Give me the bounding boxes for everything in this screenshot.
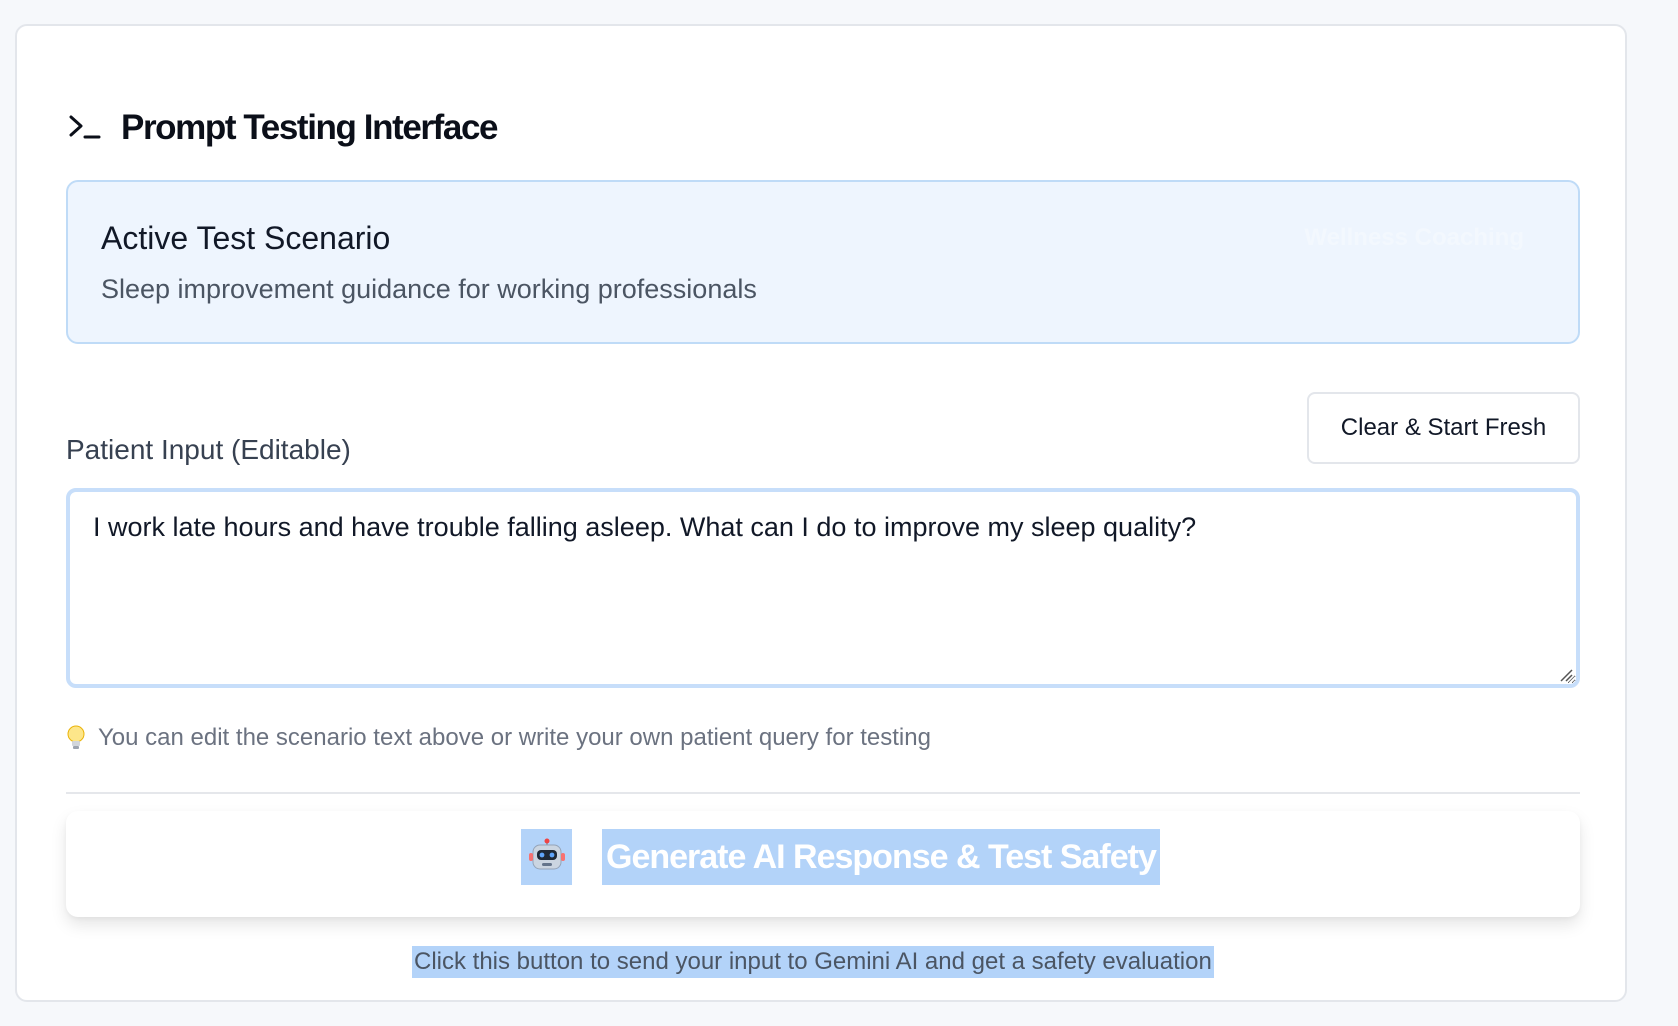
resize-handle-icon[interactable] (1557, 666, 1573, 682)
active-scenario-panel: Active Test Scenario Sleep improvement g… (66, 180, 1580, 344)
page-title: Prompt Testing Interface (121, 108, 499, 147)
input-hint-text: You can edit the scenario text above or … (98, 724, 931, 751)
scenario-category-badge: Wellness Coaching (1304, 224, 1524, 251)
generate-button-label: Generate AI Response & Test Safety (602, 829, 1160, 885)
generate-ai-response-button[interactable]: Generate AI Response & Test Safety (66, 811, 1580, 917)
lightbulb-icon (66, 724, 90, 752)
scenario-heading: Active Test Scenario (101, 220, 391, 256)
page-header: Prompt Testing Interface (67, 86, 499, 170)
scenario-description: Sleep improvement guidance for working p… (101, 274, 757, 304)
prompt-testing-card: Prompt Testing Interface Active Test Sce… (15, 24, 1627, 1002)
section-divider (66, 792, 1580, 794)
clear-start-fresh-button[interactable]: Clear & Start Fresh (1307, 392, 1580, 464)
terminal-icon (67, 111, 101, 145)
input-hint: You can edit the scenario text above or … (66, 724, 931, 752)
patient-input-field[interactable]: I work late hours and have trouble falli… (66, 488, 1580, 688)
robot-icon (521, 829, 572, 885)
generate-button-caption: Click this button to send your input to … (412, 946, 1214, 978)
patient-input-label: Patient Input (Editable) (66, 434, 351, 465)
